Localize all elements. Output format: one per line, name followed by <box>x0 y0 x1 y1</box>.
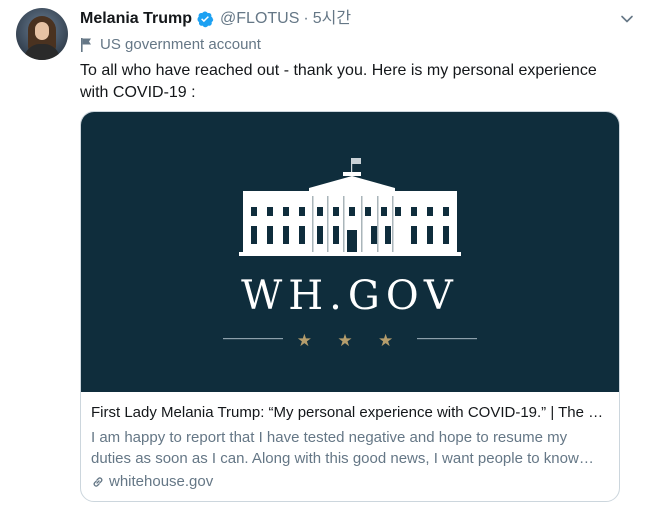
government-label-text: US government account <box>100 36 261 53</box>
card-title[interactable]: First Lady Melania Trump: “My personal e… <box>91 402 611 424</box>
white-house-logo: WH.GOV ★ ★ ★ <box>223 158 477 351</box>
card-image[interactable]: WH.GOV ★ ★ ★ <box>81 112 619 392</box>
tweet-timestamp[interactable]: 5시간 <box>313 9 351 29</box>
flag-icon <box>81 38 91 52</box>
author-handle[interactable]: @FLOTUS <box>220 9 299 29</box>
link-card[interactable]: WH.GOV ★ ★ ★ First Lady Melania Trump: “… <box>80 111 620 502</box>
author-name[interactable]: Melania Trump <box>80 9 192 29</box>
government-account-label: US government account <box>80 35 261 55</box>
tweet-header: Melania Trump @FLOTUS · 5시간 <box>80 9 618 29</box>
chevron-down-icon[interactable] <box>620 12 634 26</box>
author-avatar[interactable] <box>16 8 68 60</box>
verified-badge-icon <box>197 11 214 28</box>
stars-icon: ★ ★ ★ <box>297 331 404 351</box>
card-domain-text: whitehouse.gov <box>109 473 214 490</box>
card-description: I am happy to report that I have tested … <box>91 429 579 467</box>
card-body: First Lady Melania Trump: “My personal e… <box>91 402 611 493</box>
tweet-text: To all who have reached out - thank you.… <box>80 62 597 101</box>
wh-gov-logo-text: WH.GOV <box>241 273 459 319</box>
separator-dot: · <box>303 10 309 27</box>
card-domain[interactable]: whitehouse.gov <box>91 471 611 493</box>
avatar-face <box>35 22 49 40</box>
link-icon <box>93 477 103 487</box>
